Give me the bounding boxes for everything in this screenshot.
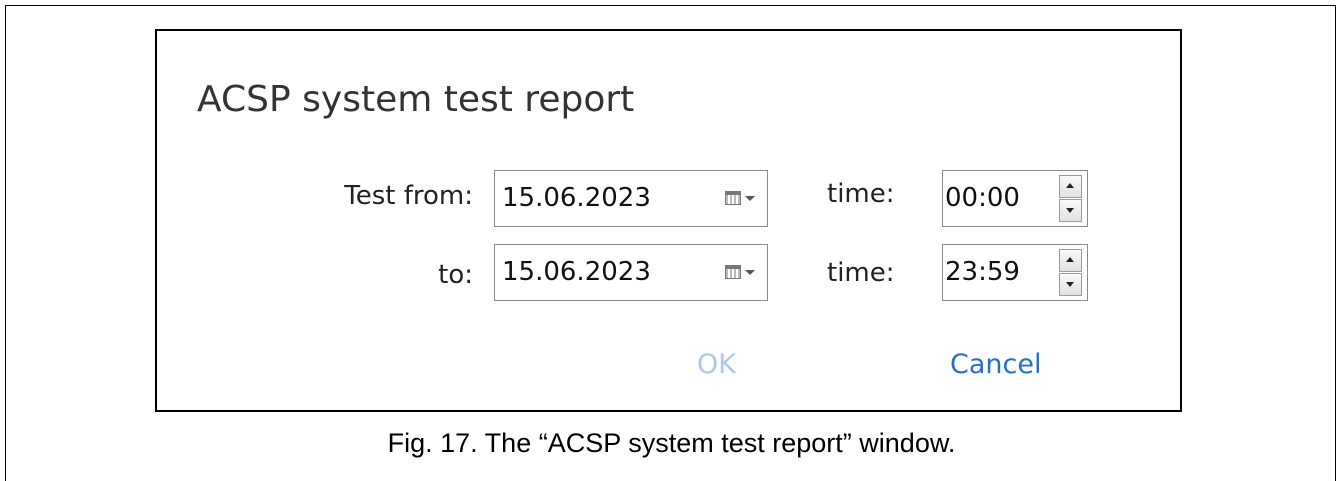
from-date-value[interactable]: 15.06.2023 (502, 183, 651, 213)
cancel-button[interactable]: Cancel (950, 349, 1041, 380)
to-time-label: time: (827, 258, 895, 288)
figure-caption: Fig. 17. The “ACSP system test report” w… (387, 428, 956, 458)
from-date-field[interactable]: 15.06.2023 (494, 170, 768, 227)
from-time-value[interactable]: 00:00 (945, 183, 1020, 213)
from-time-field[interactable]: 00:00 (942, 170, 1088, 227)
ok-button[interactable]: OK (697, 349, 736, 380)
to-time-field[interactable]: 23:59 (942, 244, 1088, 301)
to-time-arrow-up-icon[interactable] (1059, 249, 1082, 272)
test-from-label: Test from: (344, 181, 473, 211)
dialog-title: ACSP system test report (197, 79, 635, 120)
from-time-arrow-up-icon[interactable] (1059, 175, 1082, 198)
from-time-label: time: (827, 179, 895, 209)
to-label: to: (438, 260, 473, 290)
to-time-arrow-down-icon[interactable] (1059, 273, 1082, 296)
to-date-value[interactable]: 15.06.2023 (502, 257, 651, 287)
to-calendar-dropdown-icon[interactable] (725, 263, 759, 283)
to-date-field[interactable]: 15.06.2023 (494, 244, 768, 301)
to-time-value[interactable]: 23:59 (945, 257, 1020, 287)
from-time-arrow-down-icon[interactable] (1059, 199, 1082, 222)
report-dialog: ACSP system test report Test from: 15.06… (155, 29, 1182, 412)
from-calendar-dropdown-icon[interactable] (725, 189, 759, 209)
